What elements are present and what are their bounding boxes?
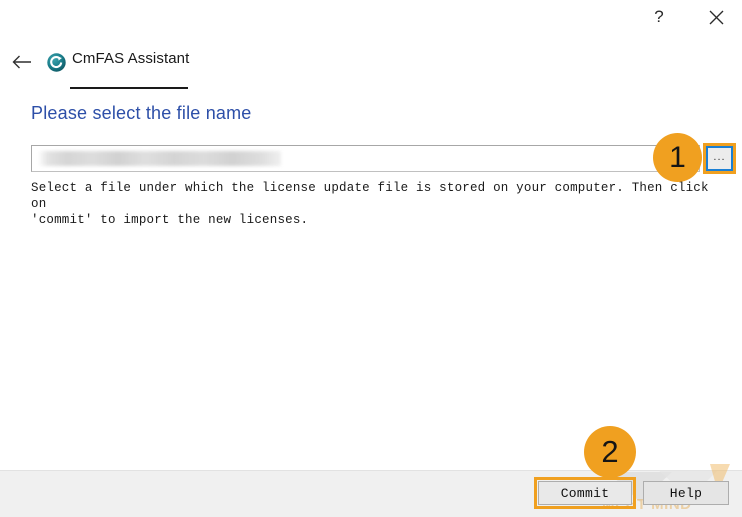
question-mark-icon: ? — [654, 7, 664, 26]
arrow-left-icon — [12, 55, 32, 69]
section-heading: Please select the file name — [31, 103, 252, 123]
page-title: CmFAS Assistant — [72, 50, 190, 67]
window-close-button[interactable] — [693, 0, 739, 34]
title-underline — [70, 87, 188, 89]
commit-button[interactable]: Commit — [538, 481, 632, 505]
close-icon — [709, 10, 724, 25]
redacted-file-path — [38, 151, 281, 166]
navigation-header: CmFAS Assistant — [0, 48, 742, 80]
codemeter-logo-icon — [47, 53, 66, 72]
file-path-field[interactable] — [31, 145, 700, 172]
browse-button-callout: ... — [703, 143, 736, 174]
step-badge-1: 1 — [653, 133, 702, 182]
cmfas-assistant-window: ? CmFAS Assistant Please select the file… — [0, 0, 742, 517]
window-title-bar: ? — [0, 0, 742, 36]
browse-button[interactable]: ... — [706, 146, 733, 171]
window-help-button[interactable]: ? — [636, 0, 682, 34]
ellipsis-icon: ... — [713, 150, 726, 163]
instructions-text: Select a file under which the license up… — [31, 181, 709, 227]
step-badge-2: 2 — [584, 426, 636, 478]
help-button[interactable]: Help — [643, 481, 729, 505]
back-button[interactable] — [9, 48, 35, 76]
